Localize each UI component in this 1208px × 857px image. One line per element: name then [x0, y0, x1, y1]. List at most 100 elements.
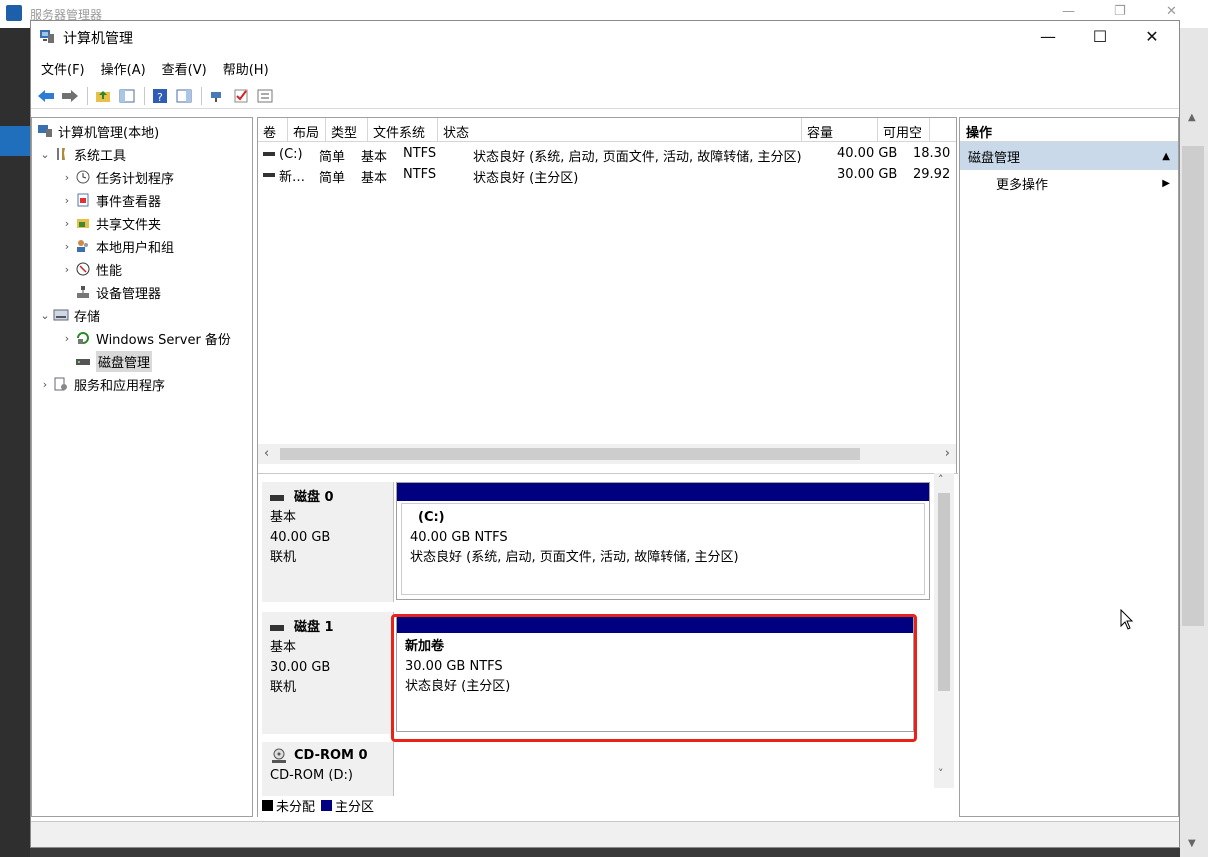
up-folder-icon[interactable]	[92, 85, 114, 107]
background-sidebar	[0, 28, 30, 857]
mouse-cursor-icon	[1120, 609, 1134, 630]
chevron-right-icon[interactable]: ›	[60, 171, 74, 184]
col-free[interactable]: 可用空	[878, 118, 930, 142]
legend-primary: 主分区	[335, 799, 375, 815]
scroll-up-icon[interactable]: ▲	[1188, 112, 1196, 123]
col-layout[interactable]: 布局	[288, 118, 326, 142]
cdrom-type: CD-ROM (D:)	[270, 768, 353, 783]
volume-row[interactable]: 新… 简单 基本 NTFS 状态良好 (主分区) 30.00 GB 29.92	[258, 165, 958, 185]
bg-maximize-button[interactable]: ❐	[1114, 4, 1126, 19]
disk-1-size: 30.00 GB	[270, 660, 331, 675]
horizontal-scrollbar[interactable]: ‹ ›	[258, 444, 956, 464]
volume-list-header: 卷 布局 类型 文件系统 状态 容量 可用空	[258, 118, 956, 142]
tree-item-system-tools[interactable]: ⌄ 系统工具	[38, 143, 126, 165]
properties-icon[interactable]	[254, 85, 276, 107]
volume-name: (C:)	[279, 146, 303, 162]
collapse-up-icon[interactable]: ▲	[1162, 151, 1170, 162]
tree-item-disk-management[interactable]: 磁盘管理	[74, 350, 153, 372]
close-button[interactable]: ✕	[1127, 21, 1177, 51]
bg-close-button[interactable]: ✕	[1166, 4, 1177, 19]
menubar: 文件(F) 操作(A) 查看(V) 帮助(H)	[31, 55, 1179, 81]
tree-label: 存储	[74, 309, 101, 325]
scroll-thumb[interactable]	[280, 448, 860, 460]
tree-item-services-apps[interactable]: › 服务和应用程序	[38, 373, 165, 395]
type-cell: 基本	[361, 150, 388, 164]
tree-item-storage[interactable]: ⌄ 存储	[38, 304, 100, 326]
show-hide-tree-icon[interactable]	[116, 85, 138, 107]
tree-item-windows-backup[interactable]: › Windows Server 备份	[60, 327, 231, 349]
tree-item-event-viewer[interactable]: › 事件查看器	[60, 189, 161, 211]
menu-help[interactable]: 帮助(H)	[217, 55, 275, 81]
event-log-icon	[74, 192, 92, 208]
actions-group-disk-management[interactable]: 磁盘管理 ▲	[960, 142, 1178, 170]
col-status[interactable]: 状态	[438, 118, 802, 142]
tree-item-shared-folders[interactable]: › 共享文件夹	[60, 212, 161, 234]
menu-action[interactable]: 操作(A)	[95, 55, 152, 81]
scroll-right-icon[interactable]: ›	[945, 446, 950, 461]
toolbar-separator	[201, 86, 202, 105]
status-cell: 状态良好 (主分区)	[473, 171, 579, 185]
legend: 未分配 主分区	[262, 796, 375, 815]
disk-0-label[interactable]: 磁盘 0 基本 40.00 GB 联机	[262, 482, 394, 602]
cdrom-name: CD-ROM 0	[270, 746, 385, 766]
actions-group-label: 磁盘管理	[968, 150, 1021, 166]
check-icon[interactable]	[230, 85, 252, 107]
col-capacity[interactable]: 容量	[802, 118, 878, 142]
tree-item-task-scheduler[interactable]: › 任务计划程序	[60, 166, 174, 188]
scroll-down-icon[interactable]: ▼	[1188, 838, 1196, 849]
scroll-thumb[interactable]	[1182, 146, 1204, 626]
partition-c[interactable]: (C:) 40.00 GB NTFS 状态良好 (系统, 启动, 页面文件, 活…	[396, 482, 930, 600]
minimize-button[interactable]: —	[1023, 21, 1073, 51]
layout-cell: 简单	[319, 150, 346, 164]
scroll-up-icon[interactable]: ˄	[938, 473, 944, 486]
submenu-arrow-icon: ▶	[1162, 177, 1170, 189]
volume-cell: (C:)	[258, 144, 314, 164]
scroll-left-icon[interactable]: ‹	[264, 446, 269, 461]
tree-item-performance[interactable]: › 性能	[60, 258, 122, 280]
bg-minimize-button[interactable]: —	[1062, 4, 1075, 19]
chevron-down-icon[interactable]: ⌄	[38, 148, 52, 161]
volume-row[interactable]: (C:) 简单 基本 NTFS 状态良好 (系统, 启动, 页面文件, 活动, …	[258, 144, 958, 164]
more-actions-item[interactable]: 更多操作 ▶	[960, 170, 1178, 196]
background-scrollbar[interactable]: ▲ ▼	[1180, 28, 1208, 857]
chevron-right-icon[interactable]: ›	[60, 240, 74, 253]
chevron-right-icon[interactable]: ›	[60, 217, 74, 230]
computer-icon	[36, 123, 54, 139]
tree-label: 事件查看器	[96, 194, 162, 210]
col-type[interactable]: 类型	[326, 118, 368, 142]
actions-pane: 操作 磁盘管理 ▲ 更多操作 ▶	[959, 117, 1179, 817]
window-title: 计算机管理	[63, 31, 133, 47]
scroll-down-icon[interactable]: ˅	[938, 767, 944, 780]
disk-1-label[interactable]: 磁盘 1 基本 30.00 GB 联机	[262, 612, 394, 734]
toolbar: ?	[31, 83, 1179, 109]
tree-label: 本地用户和组	[96, 240, 175, 256]
tree-item-root[interactable]: 计算机管理(本地)	[36, 120, 159, 142]
menu-view[interactable]: 查看(V)	[156, 55, 213, 81]
maximize-button[interactable]: ☐	[1075, 21, 1125, 51]
cdrom-label[interactable]: CD-ROM 0 CD-ROM (D:)	[262, 742, 394, 796]
menu-file[interactable]: 文件(F)	[35, 55, 91, 81]
tree-item-local-users[interactable]: › 本地用户和组	[60, 235, 174, 257]
chevron-right-icon[interactable]: ›	[60, 332, 74, 345]
free-cell: 18.30	[913, 146, 951, 161]
tree-item-device-manager[interactable]: 设备管理器	[74, 281, 161, 303]
connect-icon[interactable]	[206, 85, 228, 107]
status-cell: 状态良好 (系统, 启动, 页面文件, 活动, 故障转储, 主分区)	[473, 150, 802, 164]
show-hide-action-pane-icon[interactable]	[173, 85, 195, 107]
chevron-right-icon[interactable]: ›	[38, 378, 52, 391]
device-manager-icon	[74, 284, 92, 300]
disk-view-vertical-scrollbar[interactable]: ˄ ˅	[934, 473, 954, 788]
scroll-thumb[interactable]	[938, 493, 950, 691]
col-filesystem[interactable]: 文件系统	[368, 118, 438, 142]
disk-1-name: 磁盘 1	[270, 618, 385, 638]
server-manager-icon	[6, 5, 22, 21]
chevron-right-icon[interactable]: ›	[60, 194, 74, 207]
back-icon[interactable]	[35, 85, 57, 107]
help-icon[interactable]: ?	[149, 85, 171, 107]
forward-icon[interactable]	[59, 85, 81, 107]
tree-label: 性能	[96, 263, 123, 279]
col-volume[interactable]: 卷	[258, 118, 288, 142]
filesystem-cell: NTFS	[403, 167, 437, 182]
chevron-down-icon[interactable]: ⌄	[38, 309, 52, 322]
chevron-right-icon[interactable]: ›	[60, 263, 74, 276]
